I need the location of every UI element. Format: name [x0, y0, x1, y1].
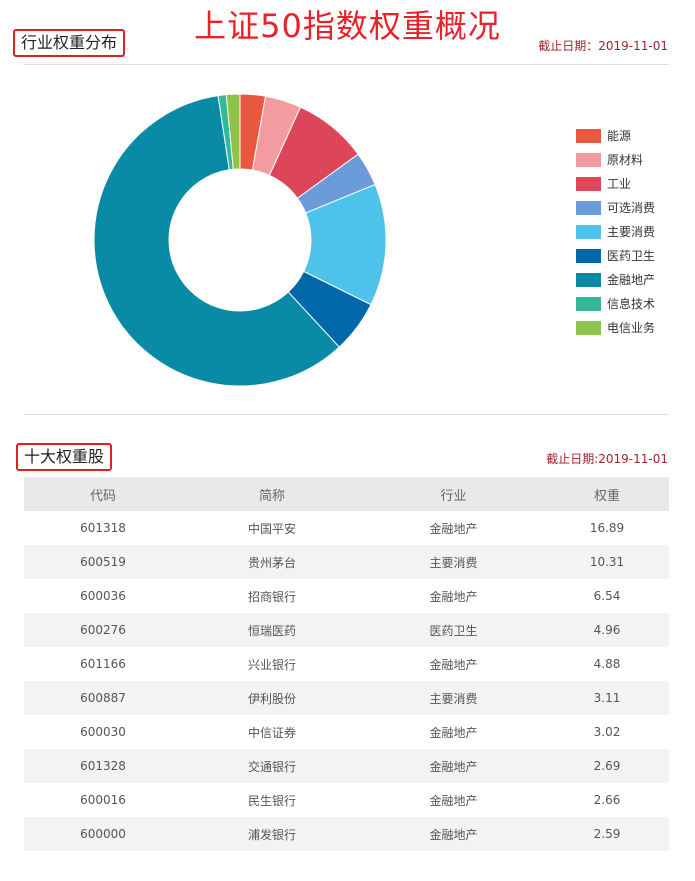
industry-donut-chart — [93, 93, 387, 387]
stock-code: 600519 — [24, 545, 182, 579]
table-row: 601328 交通银行 金融地产 2.69 — [24, 749, 669, 783]
stock-industry: 金融地产 — [429, 521, 478, 536]
table-row: 600519 贵州茅台 主要消费 10.31 — [24, 545, 669, 579]
table-row: 600016 民生银行 金融地产 2.66 — [24, 783, 669, 817]
legend-swatch — [576, 321, 601, 335]
stock-weight: 10.31 — [545, 545, 669, 579]
legend-label: 电信业务 — [607, 321, 656, 335]
legend-swatch — [576, 249, 601, 263]
stock-code: 600016 — [80, 793, 126, 807]
stock-industry: 金融地产 — [429, 725, 478, 740]
as-of-date: 截止日期:2019-11-01 — [546, 452, 668, 466]
top10-section-title: 十大权重股 — [16, 443, 113, 471]
stock-code: 601166 — [80, 657, 126, 671]
divider — [24, 414, 669, 415]
legend-label: 工业 — [607, 177, 632, 191]
stock-industry: 金融地产 — [362, 749, 545, 783]
stock-name: 伊利股份 — [182, 681, 362, 715]
legend-swatch — [576, 225, 601, 239]
stock-industry: 金融地产 — [362, 817, 545, 851]
stock-name: 贵州茅台 — [182, 545, 362, 579]
stock-industry: 医药卫生 — [362, 613, 545, 647]
legend-label: 能源 — [607, 129, 632, 143]
stock-code: 600030 — [80, 725, 126, 739]
stock-name: 交通银行 — [182, 749, 362, 783]
table-row: 600887 伊利股份 主要消费 3.11 — [24, 681, 669, 715]
table-row: 600276 恒瑞医药 医药卫生 4.96 — [24, 613, 669, 647]
header-weight: 权重 — [545, 477, 669, 511]
stock-weight: 2.59 — [545, 817, 669, 851]
top10-holdings-table: 代码 简称 行业 权重 601318 中国平安 金融地产 16.89 600519 贵州茅… — [24, 477, 669, 851]
stock-name: 民生银行 — [247, 793, 296, 808]
stock-name: 中信证券 — [247, 725, 296, 740]
legend-label: 医药卫生 — [607, 249, 656, 263]
stock-code: 601318 — [80, 521, 126, 535]
stock-industry: 金融地产 — [429, 657, 478, 672]
stock-weight: 4.96 — [545, 613, 669, 647]
stock-name: 兴业银行 — [247, 657, 296, 672]
stock-code: 600276 — [24, 613, 182, 647]
legend-label: 可选消费 — [607, 201, 656, 215]
divider — [24, 64, 669, 65]
legend-swatch — [576, 129, 601, 143]
table-row: 600000 浦发银行 金融地产 2.59 — [24, 817, 669, 851]
as-of-date: 截止日期：2019-11-01 — [538, 39, 668, 53]
stock-weight: 3.11 — [545, 681, 669, 715]
legend-label: 金融地产 — [607, 273, 656, 287]
industry-weight-section-title: 行业权重分布 — [13, 29, 126, 57]
stock-industry: 主要消费 — [362, 681, 545, 715]
stock-code: 600887 — [24, 681, 182, 715]
stock-industry: 金融地产 — [429, 793, 478, 808]
stock-weight: 6.54 — [593, 589, 621, 603]
stock-name: 浦发银行 — [182, 817, 362, 851]
legend-label: 信息技术 — [607, 297, 656, 311]
header-code: 代码 — [24, 477, 182, 511]
legend-label: 主要消费 — [607, 225, 656, 239]
stock-industry: 金融地产 — [429, 589, 478, 604]
legend-swatch — [576, 273, 601, 287]
stock-code: 600000 — [24, 817, 182, 851]
table-row: 600030 中信证券 金融地产 3.02 — [24, 715, 669, 749]
header-industry: 行业 — [362, 477, 545, 511]
stock-name: 中国平安 — [247, 521, 296, 536]
legend-swatch — [576, 177, 601, 191]
stock-name: 招商银行 — [247, 589, 296, 604]
stock-weight: 16.89 — [589, 521, 625, 535]
stock-weight: 2.66 — [593, 793, 621, 807]
table-row: 601318 中国平安 金融地产 16.89 — [24, 511, 669, 545]
stock-weight: 3.02 — [593, 725, 621, 739]
stock-code: 600036 — [80, 589, 126, 603]
stock-weight: 2.69 — [545, 749, 669, 783]
table-header-row: 代码 简称 行业 权重 — [24, 477, 669, 511]
stock-code: 601328 — [24, 749, 182, 783]
stock-name: 恒瑞医药 — [182, 613, 362, 647]
stock-weight: 4.88 — [593, 657, 621, 671]
table-row: 600036 招商银行 金融地产 6.54 — [24, 579, 669, 613]
table-row: 601166 兴业银行 金融地产 4.88 — [24, 647, 669, 681]
stock-industry: 主要消费 — [362, 545, 545, 579]
legend-swatch — [576, 153, 601, 167]
legend-swatch — [576, 201, 601, 215]
header-name: 简称 — [182, 477, 362, 511]
legend-label: 原材料 — [607, 153, 644, 167]
legend-swatch — [576, 297, 601, 311]
